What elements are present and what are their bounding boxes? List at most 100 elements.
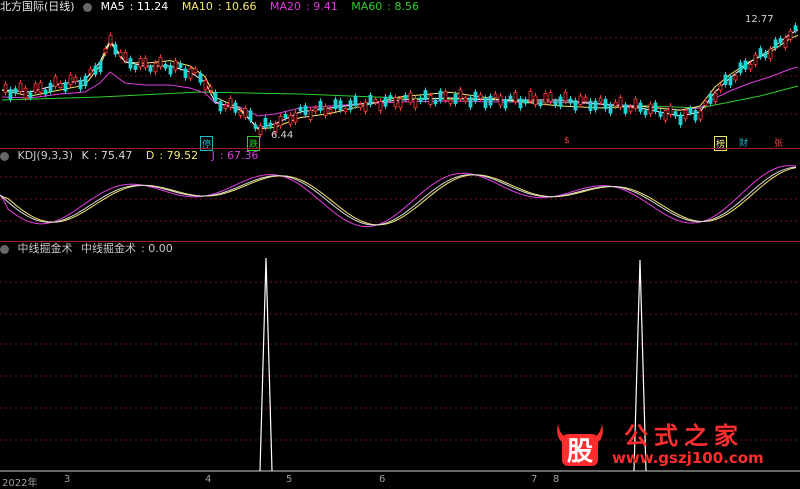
candle-body [268, 122, 273, 127]
candle-body [358, 104, 363, 108]
candle-body [253, 124, 258, 129]
candle-body [128, 58, 133, 69]
kdj-pane[interactable]: KDJ(9,3,3) K: 75.47 D: 79.52 J: 67.36 [0, 149, 800, 241]
candle-body [183, 68, 188, 79]
date-tick: 4 [205, 474, 212, 485]
candle-body [148, 67, 153, 72]
candle-body [178, 63, 183, 68]
candle-body [433, 100, 438, 105]
candle-body [678, 114, 683, 125]
candle-body [363, 101, 368, 112]
candle-body [523, 99, 528, 104]
main-chart-pane[interactable]: 北方国际(日线) MA5: 11.24 MA10: 10.66 MA20: 9.… [0, 0, 800, 151]
candle-body [28, 92, 33, 98]
event-tag-dollar[interactable]: $ [563, 136, 571, 146]
candle-body [228, 97, 233, 108]
candle-body [73, 76, 78, 82]
candle-body [263, 117, 268, 128]
candle-body [388, 95, 393, 100]
svg-text:股: 股 [567, 437, 593, 467]
date-tick: 2022年 [2, 478, 38, 489]
candle-body [648, 103, 653, 115]
candle-body [778, 38, 783, 44]
candle-body [658, 111, 663, 117]
candle-body [453, 93, 458, 104]
kdj-k-line [0, 166, 797, 226]
candle-body [308, 109, 313, 120]
candle-body [498, 95, 503, 106]
candle-body [288, 114, 293, 125]
watermark-title: 公式之家 [624, 421, 744, 450]
candle-body [203, 80, 208, 91]
candle-body [608, 104, 613, 114]
candlestick-chart[interactable] [0, 0, 800, 147]
candle-body [88, 68, 93, 74]
candle-body [68, 74, 73, 86]
candle-body [743, 60, 748, 70]
candle-body [693, 110, 698, 121]
candle-body [583, 96, 588, 102]
candle-body [538, 101, 543, 107]
candle-body [58, 82, 63, 88]
candle-body [418, 97, 423, 102]
candle-body [478, 94, 483, 99]
candle-body [613, 101, 618, 107]
candle-body [503, 98, 508, 109]
candle-body [403, 94, 408, 99]
candle-body [423, 90, 428, 101]
candle-body [783, 37, 788, 48]
candle-body [168, 65, 173, 75]
candle-body [483, 97, 488, 108]
low-price-label: 6.44 [271, 130, 294, 141]
candle-body [258, 125, 263, 135]
candle-body [723, 74, 728, 85]
signal-spike [259, 257, 273, 472]
candle-body [243, 107, 248, 118]
candle-body [153, 62, 158, 73]
candle-body [143, 57, 148, 69]
candle-body [458, 89, 463, 100]
candle-body [93, 65, 98, 75]
date-tick: 8 [553, 474, 560, 485]
candle-body [408, 92, 413, 103]
candle-body [23, 87, 28, 99]
kdj-chart[interactable] [0, 149, 800, 241]
candle-body [193, 68, 198, 74]
candle-body [558, 96, 563, 107]
candle-body [83, 75, 88, 87]
candle-body [448, 99, 453, 104]
watermark: 股 公式之家 www.gszj100.com [552, 416, 782, 472]
candle-body [673, 111, 678, 117]
candle-body [548, 92, 553, 102]
candle-body [313, 107, 318, 112]
ma10-line [1, 34, 799, 130]
candle-body [438, 90, 443, 101]
candle-body [528, 90, 533, 102]
candle-body [493, 93, 498, 98]
candle-body [158, 56, 163, 68]
candle-body [543, 93, 548, 104]
candle-body [513, 92, 518, 103]
candle-body [108, 34, 113, 45]
candle-body [553, 100, 558, 106]
date-tick: 3 [64, 474, 71, 485]
bull-logo-icon: 股 [557, 424, 603, 467]
candle-body [588, 100, 593, 111]
candle-body [663, 110, 668, 121]
candle-body [393, 97, 398, 108]
high-price-label: 12.77 [745, 14, 774, 25]
candle-body [283, 113, 288, 119]
candle-body [328, 108, 333, 113]
candle-body [18, 82, 23, 92]
candle-body [603, 98, 608, 110]
candle-body [218, 101, 223, 112]
candle-body [38, 82, 43, 93]
date-axis: 2022年 3 4 5 6 7 8 [0, 474, 800, 489]
candle-body [468, 97, 473, 108]
candle-body [383, 96, 388, 107]
candle-body [233, 102, 238, 113]
candle-body [163, 63, 168, 69]
date-tick: 7 [531, 474, 538, 485]
candle-body [563, 91, 568, 102]
candle-body [688, 107, 693, 113]
